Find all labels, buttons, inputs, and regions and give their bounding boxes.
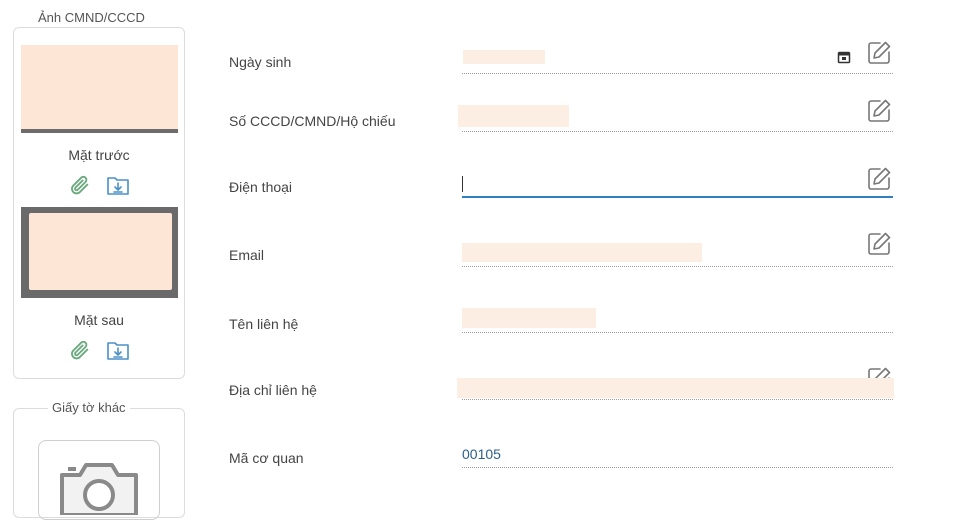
email-label: Email — [229, 247, 265, 263]
other-docs-title: Giấy tờ khác — [48, 400, 130, 415]
dob-field[interactable] — [462, 73, 893, 74]
back-photo-label: Mặt sau — [74, 312, 124, 328]
edit-icon[interactable] — [866, 98, 892, 124]
camera-icon — [56, 455, 142, 520]
phone-input-caret — [462, 176, 463, 192]
email-value — [462, 243, 702, 262]
folder-download-icon[interactable] — [106, 338, 130, 362]
front-photo-actions — [13, 173, 185, 197]
other-docs-upload[interactable] — [38, 440, 160, 520]
contact-name-field[interactable] — [462, 332, 893, 333]
contact-name-label: Tên liên hệ — [229, 316, 299, 332]
id-front-photo[interactable] — [21, 45, 178, 133]
email-field[interactable] — [462, 266, 893, 267]
edit-icon[interactable] — [866, 366, 892, 378]
dob-label: Ngày sinh — [229, 54, 292, 70]
calendar-icon[interactable] — [837, 50, 851, 64]
folder-download-icon[interactable] — [106, 173, 130, 197]
phone-input[interactable] — [462, 196, 893, 198]
paperclip-icon[interactable] — [68, 173, 92, 197]
edit-icon[interactable] — [866, 40, 892, 66]
agency-code-label: Mã cơ quan — [229, 450, 304, 466]
contact-address-value — [457, 378, 894, 398]
contact-address-field[interactable] — [462, 399, 893, 400]
back-photo-actions — [13, 338, 185, 362]
front-photo-label: Mặt trước — [68, 147, 130, 163]
edit-icon[interactable] — [866, 166, 892, 192]
id-card-panel-title: Ảnh CMND/CCCD — [34, 10, 149, 25]
id-number-value — [458, 105, 569, 127]
agency-code-field[interactable] — [462, 467, 893, 468]
contact-address-label: Địa chỉ liên hệ — [229, 382, 317, 398]
phone-label: Điện thoại — [229, 179, 293, 195]
paperclip-icon[interactable] — [68, 338, 92, 362]
id-back-photo[interactable] — [21, 207, 178, 298]
edit-icon[interactable] — [866, 231, 892, 257]
agency-code-value: 00105 — [462, 446, 501, 462]
id-number-field[interactable] — [462, 131, 893, 132]
id-number-label: Số CCCD/CMND/Hộ chiếu — [229, 113, 396, 129]
contact-name-value — [462, 308, 596, 328]
dob-value — [463, 50, 545, 64]
